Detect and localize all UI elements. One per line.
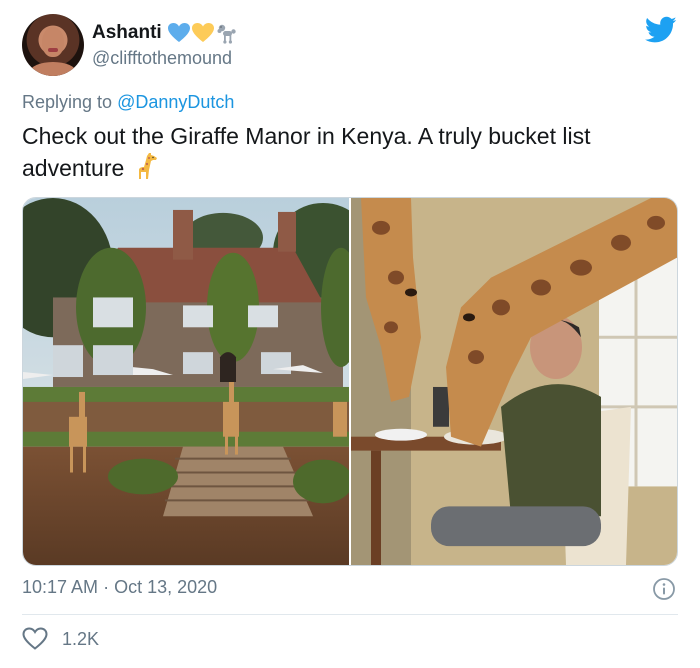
poodle-icon [217,24,236,44]
author-name-row[interactable]: Ashanti [92,21,238,45]
like-count: 1.2K [62,628,100,649]
author-handle[interactable]: @clifftothemound [92,48,232,69]
yellow-heart-icon [191,23,214,42]
tweet-date: Oct 13, 2020 [114,577,218,597]
info-icon[interactable] [652,577,676,601]
reply-prefix: Replying to [22,92,118,112]
reply-mention-link[interactable]: @DannyDutch [117,92,234,112]
meta-separator: · [98,577,115,597]
tweet-text: Check out the Giraffe Manor in Kenya. A … [22,120,678,184]
tweet-card: Ashanti @clifftothemound Replying to @Da… [0,0,700,668]
like-button[interactable]: 1.2K [22,626,99,652]
tweet-body: Check out the Giraffe Manor in Kenya. A … [22,123,591,181]
giraffe-manor-exterior-photo[interactable] [23,198,349,565]
name-emojis [167,22,238,44]
reply-context: Replying to @DannyDutch [22,92,234,113]
media-grid [22,197,678,566]
heart-outline-icon [22,627,48,650]
giraffes-breakfast-photo[interactable] [351,198,677,565]
display-name[interactable]: Ashanti [92,22,162,44]
giraffe-icon [138,153,157,179]
tweet-time: 10:17 AM [22,577,99,597]
avatar[interactable] [22,14,84,76]
divider [22,614,678,615]
twitter-bird-icon[interactable] [645,16,677,44]
tweet-timestamp[interactable]: 10:17 AM · Oct 13, 2020 [22,577,217,598]
blue-heart-icon [167,23,190,42]
